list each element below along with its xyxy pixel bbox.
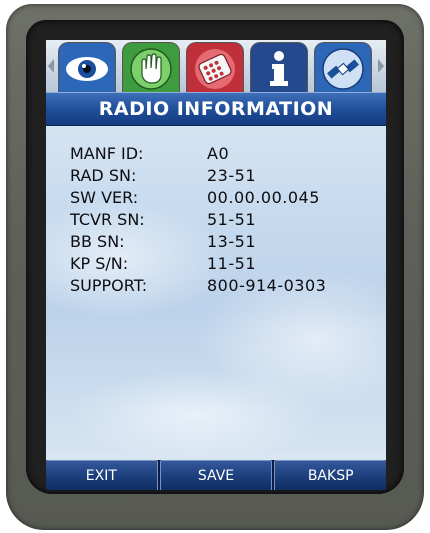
chevron-right-icon — [378, 59, 384, 73]
eye-icon — [66, 57, 108, 81]
chevron-left-icon — [48, 59, 54, 73]
info-icon — [270, 51, 288, 86]
tab-satellite[interactable] — [314, 42, 372, 93]
info-label: RAD SN: — [70, 165, 137, 185]
info-row-tcvr-sn: TCVR SN: 51-51 — [70, 208, 370, 230]
info-value: 13-51 — [207, 231, 256, 251]
radio-info-list: MANF ID: A0 RAD SN: 23-51 SW VER: 00.00.… — [70, 142, 370, 296]
backspace-button[interactable]: BAKSP — [274, 460, 386, 490]
scroll-right-arrow[interactable] — [376, 54, 386, 78]
softkey-bar: EXIT SAVE BAKSP — [46, 460, 386, 490]
info-label: TCVR SN: — [70, 209, 145, 229]
info-value: 23-51 — [207, 165, 256, 185]
info-row-manf-id: MANF ID: A0 — [70, 142, 370, 164]
info-label: KP S/N: — [70, 253, 129, 273]
info-label: SUPPORT: — [70, 275, 148, 295]
info-row-support: SUPPORT: 800-914-0303 — [70, 274, 370, 296]
hand-icon — [130, 48, 172, 90]
info-value: 00.00.00.045 — [207, 187, 320, 207]
keypad-icon — [195, 49, 235, 89]
info-value: A0 — [207, 143, 230, 163]
tab-keypad[interactable] — [186, 42, 244, 93]
info-row-bb-sn: BB SN: 13-51 — [70, 230, 370, 252]
info-row-rad-sn: RAD SN: 23-51 — [70, 164, 370, 186]
info-label: SW VER: — [70, 187, 139, 207]
info-value: 51-51 — [207, 209, 256, 229]
save-button[interactable]: SAVE — [159, 460, 273, 490]
scroll-left-arrow[interactable] — [46, 54, 56, 78]
info-value: 11-51 — [207, 253, 256, 273]
tab-eye[interactable] — [58, 42, 116, 93]
tab-info[interactable] — [250, 42, 308, 93]
satellite-icon — [322, 48, 364, 90]
exit-button[interactable]: EXIT — [46, 460, 158, 490]
tab-strip — [46, 40, 386, 93]
background-cloud — [66, 370, 326, 460]
page-title: RADIO INFORMATION — [46, 92, 386, 126]
info-row-kp-sn: KP S/N: 11-51 — [70, 252, 370, 274]
info-row-sw-ver: SW VER: 00.00.00.045 — [70, 186, 370, 208]
info-label: BB SN: — [70, 231, 125, 251]
info-value: 800-914-0303 — [207, 275, 327, 295]
info-label: MANF ID: — [70, 143, 144, 163]
tab-hand[interactable] — [122, 42, 180, 93]
radio-screen: RADIO INFORMATION MANF ID: A0 RAD SN: 23… — [46, 40, 386, 490]
